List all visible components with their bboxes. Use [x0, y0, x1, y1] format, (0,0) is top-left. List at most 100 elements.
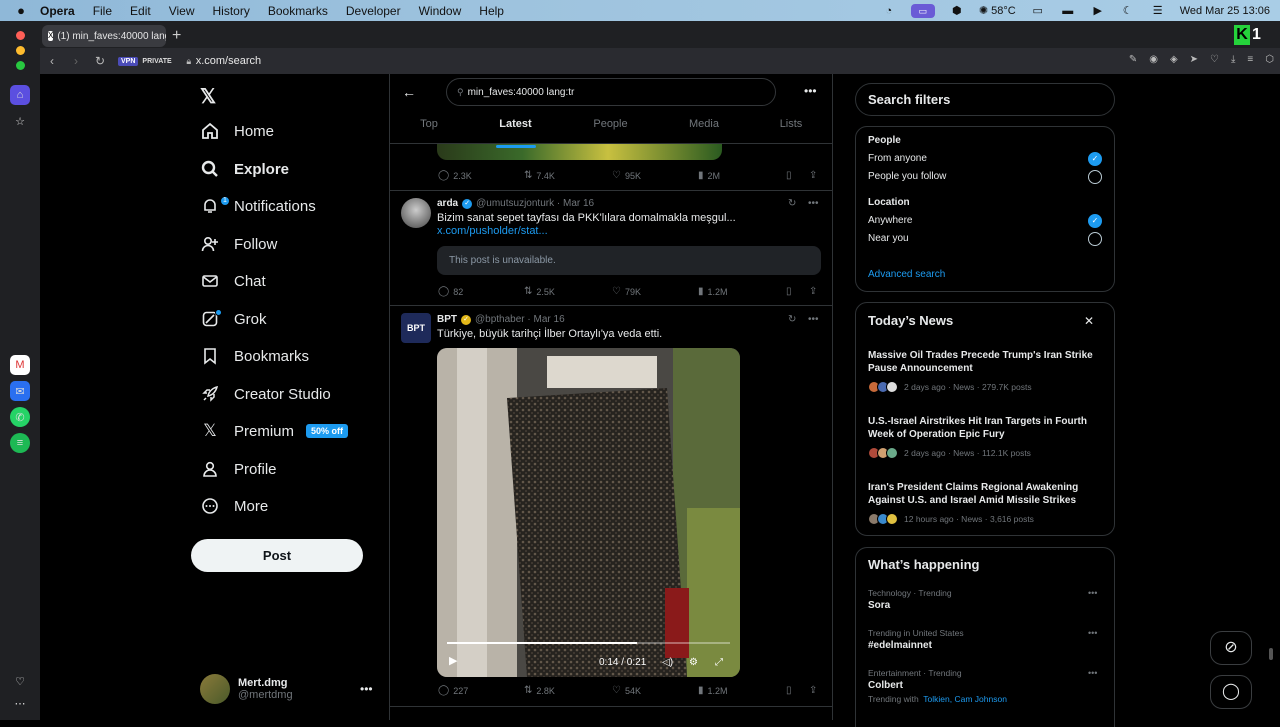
menu-help[interactable]: Help: [479, 4, 504, 18]
card-icon[interactable]: ▭: [1030, 5, 1046, 17]
tweet-author-handle[interactable]: @bpthaber: [475, 314, 525, 325]
sidebar-more-icon[interactable]: ⋯: [10, 693, 30, 713]
nav-profile[interactable]: Profile: [200, 454, 277, 484]
post-button[interactable]: Post: [191, 539, 363, 572]
news-headline[interactable]: U.S.-Israel Airstrikes Hit Iran Targets …: [868, 415, 1108, 441]
like-button[interactable]: ♡ 79K: [612, 286, 641, 297]
menu-history[interactable]: History: [213, 4, 250, 18]
avatar[interactable]: BPT: [401, 313, 431, 343]
send-icon[interactable]: ➤: [1190, 54, 1198, 65]
trend-with-links[interactable]: Tolkien, Cam Johnson: [923, 694, 1007, 704]
views-button[interactable]: ▮ 2M: [698, 170, 720, 181]
play-icon[interactable]: ▶: [449, 654, 457, 667]
views-button[interactable]: ▮ 1.2M: [698, 286, 728, 297]
settings-icon[interactable]: ⚙: [689, 657, 698, 668]
zoom-window-button[interactable]: [16, 61, 25, 70]
minimize-window-button[interactable]: [16, 46, 25, 55]
trend-more-icon[interactable]: •••: [1088, 628, 1097, 638]
grok-explain-icon[interactable]: ↻: [788, 314, 796, 325]
nav-explore[interactable]: Explore: [200, 154, 289, 184]
play-icon[interactable]: ▶: [1090, 5, 1106, 17]
nav-bookmarks[interactable]: Bookmarks: [200, 341, 309, 371]
nav-premium[interactable]: 𝕏 Premium 50% off: [200, 416, 349, 446]
battery-icon[interactable]: ▬: [1060, 5, 1076, 17]
reply-button[interactable]: ◯ 227: [438, 685, 468, 696]
radio-people-you-follow[interactable]: [1088, 170, 1102, 184]
whatsapp-icon[interactable]: ✆: [10, 407, 30, 427]
search-input[interactable]: ⚲ min_faves:40000 lang:tr: [446, 78, 776, 106]
tweet-date[interactable]: Mar 16: [534, 314, 565, 325]
tweet-more-icon[interactable]: •••: [808, 314, 819, 325]
tab-latest[interactable]: Latest: [468, 118, 563, 148]
share-button[interactable]: ⇪: [809, 286, 817, 297]
trend-name[interactable]: #edelmainnet: [868, 640, 932, 651]
grok-float-button[interactable]: ⊘: [1210, 631, 1252, 665]
scrollbar-thumb[interactable]: [1269, 648, 1273, 660]
browser-tab[interactable]: X (1) min_faves:40000 lang: [42, 25, 166, 47]
reply-button[interactable]: ◯ 2.3K: [438, 170, 472, 181]
extension-badge[interactable]: K 1: [1234, 24, 1268, 46]
menu-bookmarks[interactable]: Bookmarks: [268, 4, 328, 18]
nav-follow[interactable]: Follow: [200, 229, 277, 259]
tweet-author-name[interactable]: BPT: [437, 314, 457, 325]
share-button[interactable]: ⇪: [809, 685, 817, 696]
lock-icon[interactable]: 🔒︎: [182, 56, 196, 67]
news-headline[interactable]: Massive Oil Trades Precede Trump's Iran …: [868, 349, 1108, 375]
repost-button[interactable]: ⇅ 2.5K: [524, 286, 555, 297]
page-scrollbar[interactable]: [1268, 74, 1274, 720]
bookmark-button[interactable]: ▯: [786, 685, 792, 696]
close-window-button[interactable]: [16, 31, 25, 40]
views-button[interactable]: ▮ 1.2M: [698, 685, 728, 696]
home-workspace-icon[interactable]: ⌂: [10, 85, 30, 105]
cpu-temp[interactable]: ✺ 58°C: [979, 4, 1016, 17]
menu-edit[interactable]: Edit: [130, 4, 151, 18]
tab-media[interactable]: Media: [658, 118, 750, 144]
radio-anywhere[interactable]: ✓: [1088, 214, 1102, 228]
reply-button[interactable]: ◯ 82: [438, 286, 463, 297]
menu-view[interactable]: View: [169, 4, 195, 18]
control-center-icon[interactable]: ☰: [1150, 5, 1166, 17]
account-switcher[interactable]: Mert.dmg @mertdmg •••: [200, 674, 373, 704]
trend-more-icon[interactable]: •••: [1088, 668, 1097, 678]
back-arrow-icon[interactable]: ←: [402, 84, 416, 100]
tab-top[interactable]: Top: [390, 118, 468, 144]
spotify-icon[interactable]: ≡: [10, 433, 30, 453]
menu-app-name[interactable]: Opera: [40, 4, 75, 18]
tweet-author-handle[interactable]: @umutsuzjonturk: [476, 198, 554, 209]
tweet-date[interactable]: Mar 16: [563, 198, 594, 209]
nav-creator-studio[interactable]: Creator Studio: [200, 379, 331, 409]
new-tab-icon[interactable]: +: [172, 27, 181, 45]
filter-anywhere[interactable]: Anywhere: [868, 215, 912, 226]
tweet-media[interactable]: [437, 144, 722, 160]
tab-people[interactable]: People: [563, 118, 658, 144]
vpn-badge[interactable]: VPN: [118, 56, 139, 66]
tweet-video[interactable]: ▶ 0:14 / 0:21 ◁) ⚙ ⤢: [437, 348, 740, 677]
like-button[interactable]: ♡ 54K: [612, 685, 641, 696]
easy-setup-icon[interactable]: ≡: [1247, 54, 1253, 65]
video-progress-bar[interactable]: [447, 642, 730, 644]
bookmark-button[interactable]: ▯: [786, 170, 792, 181]
nav-notifications[interactable]: 1 Notifications: [200, 191, 316, 221]
menu-window[interactable]: Window: [419, 4, 462, 18]
shield-icon[interactable]: ⬢: [949, 5, 965, 17]
volume-icon[interactable]: ◁): [662, 657, 673, 668]
clock[interactable]: Wed Mar 25 13:06: [1180, 5, 1270, 17]
heart-icon[interactable]: ♡: [10, 671, 30, 691]
moon-icon[interactable]: ☾: [1120, 5, 1136, 17]
radio-near-you[interactable]: [1088, 232, 1102, 246]
bookmark-button[interactable]: ▯: [786, 286, 792, 297]
trend-name[interactable]: Colbert: [868, 680, 903, 691]
radio-from-anyone[interactable]: ✓: [1088, 152, 1102, 166]
share-button[interactable]: ⇪: [809, 170, 817, 181]
close-icon[interactable]: ✕: [1084, 314, 1094, 328]
news-headline[interactable]: Iran's President Claims Regional Awakeni…: [868, 481, 1108, 507]
account-more-icon[interactable]: •••: [360, 682, 373, 696]
filter-near-you[interactable]: Near you: [868, 233, 909, 244]
download-icon[interactable]: ⤓: [1231, 54, 1235, 65]
advanced-search-link[interactable]: Advanced search: [868, 269, 945, 280]
nav-home[interactable]: Home: [200, 116, 274, 146]
trend-name[interactable]: Sora: [868, 600, 890, 611]
x-logo-icon[interactable]: 𝕏: [200, 84, 216, 109]
tweet-link[interactable]: x.com/pusholder/stat...: [437, 225, 548, 237]
gmail-icon[interactable]: M: [10, 355, 30, 375]
